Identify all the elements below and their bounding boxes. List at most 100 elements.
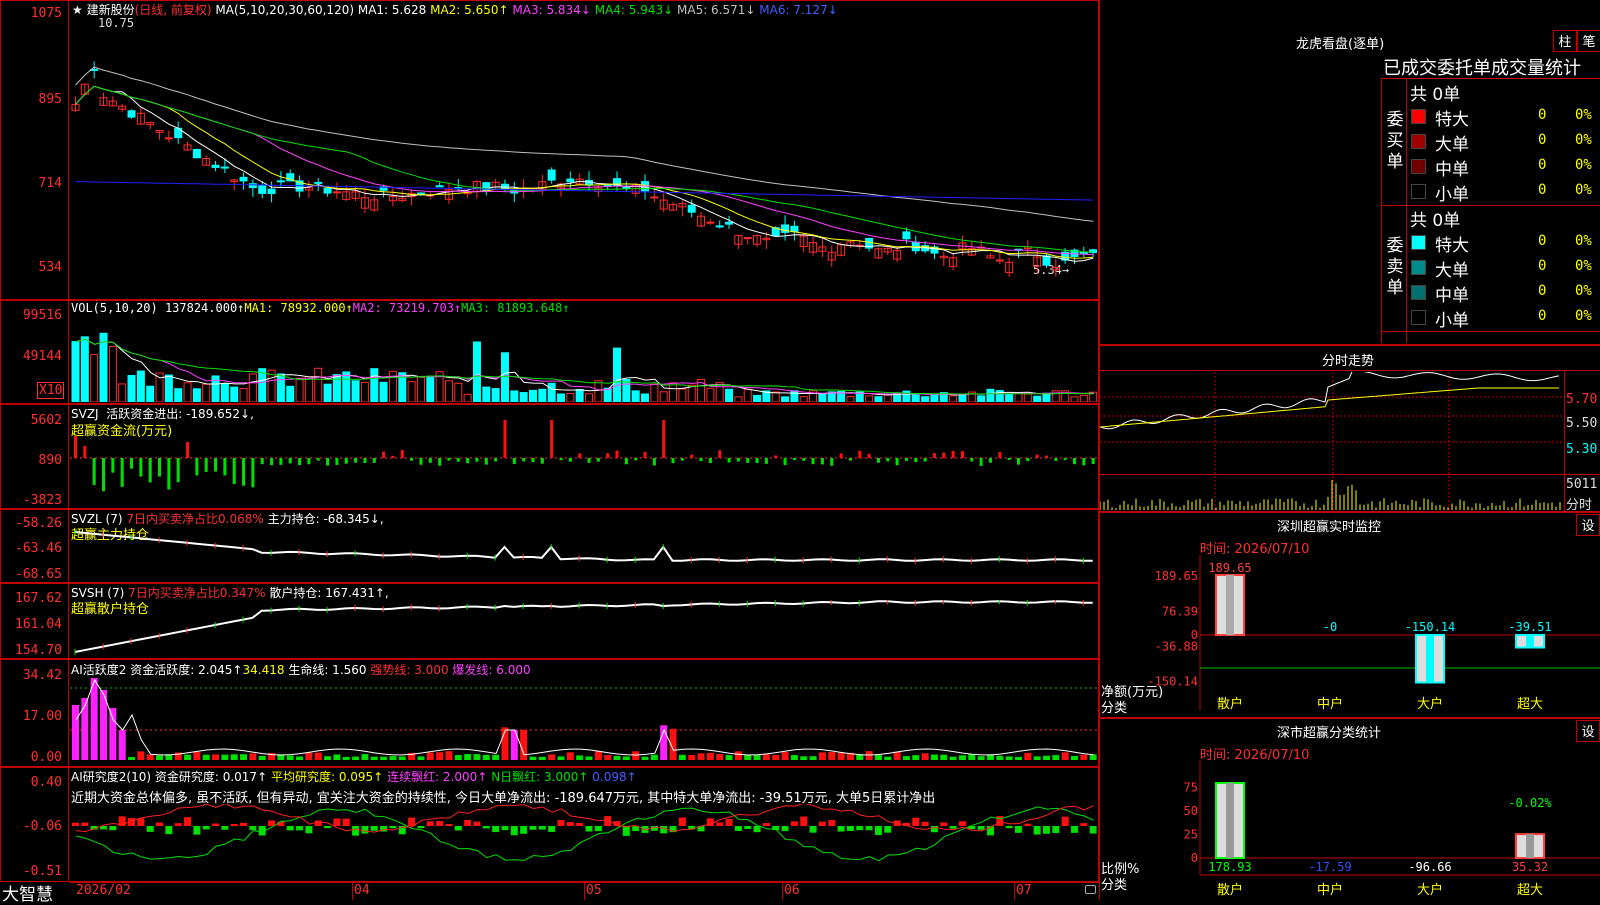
candle-body: [743, 237, 752, 240]
dist-settings-button[interactable]: 设: [1576, 720, 1600, 742]
x-tick-mark-3: [584, 882, 585, 900]
bar-mode-button[interactable]: 柱: [1553, 30, 1577, 52]
active-bar: [650, 754, 658, 760]
active-bar: [193, 752, 201, 760]
monitor-settings-button[interactable]: 设: [1576, 514, 1600, 536]
minute-chart[interactable]: [1100, 372, 1563, 510]
active-chart[interactable]: [70, 674, 1097, 765]
monitor-chart[interactable]: 189.6576.390-36.88-150.14189.65散户-0中户-15…: [1100, 555, 1600, 717]
svzj-bar: [512, 458, 516, 465]
volume-bar: [127, 374, 136, 402]
buy-orders-label: 委买单: [1386, 110, 1404, 172]
svzj-axis-divider: [68, 404, 69, 509]
research-bar: [146, 826, 154, 832]
vol-header: VOL(5,10,20) 137824.000↑MA1: 78932.000↑M…: [71, 301, 570, 315]
dist-chart[interactable]: 75 50 25 0 178.93 散户 -17.59 中户 -96.66 大户 35.32 超大 -0…: [1100, 760, 1600, 900]
tick-mode-button[interactable]: 笔: [1577, 30, 1600, 52]
svzj-bar: [970, 458, 974, 462]
svzj-bar: [746, 458, 750, 463]
volume-bar: [379, 381, 388, 402]
longhu-tabs[interactable]: 已成交委托单成交量统计: [1383, 54, 1581, 80]
svzj-bar: [400, 450, 404, 458]
svzj-ytick-1: 5602: [30, 413, 62, 428]
research-bar: [1070, 826, 1078, 833]
research-bar: [174, 823, 182, 826]
monitor-value-label: -39.51: [1508, 620, 1551, 634]
active-bar: [398, 756, 406, 760]
active-bar: [1014, 756, 1022, 760]
active-bar: [361, 754, 369, 760]
volume-bar: [528, 389, 537, 402]
active-bar: [90, 678, 98, 760]
candle-body: [332, 191, 341, 194]
volume-bar: [538, 388, 547, 402]
sell-row-name: 中单: [1435, 286, 1469, 306]
active-ytick-2: 17.00: [22, 709, 62, 724]
active-bar: [314, 752, 322, 760]
svzj-bar: [326, 458, 330, 466]
active-bar: [1080, 754, 1088, 760]
volume-bar: [613, 347, 622, 402]
research-bar: [221, 826, 229, 830]
volume-bar: [650, 383, 659, 402]
svzj-bar: [466, 458, 470, 464]
volume-bar: [575, 388, 584, 402]
volume-bar: [846, 396, 855, 402]
vol-chart[interactable]: [70, 316, 1097, 402]
svzl-chart[interactable]: [70, 530, 1097, 581]
buy-row-count: 0: [1538, 132, 1547, 148]
research-bar: [921, 821, 929, 826]
stock-title[interactable]: ★ 建新股份: [72, 3, 135, 17]
monitor-title: 深圳超赢实时监控: [1277, 520, 1382, 535]
active-bar: [1024, 752, 1032, 760]
ma6-value: MA6: 7.127↓: [759, 3, 838, 17]
svzj-bar: [354, 458, 358, 463]
sell-row-pct: 0%: [1575, 283, 1592, 299]
svzj-bar: [1007, 458, 1011, 461]
candle-body: [267, 188, 276, 195]
lock-icon[interactable]: [1085, 885, 1096, 894]
research-bar: [1024, 823, 1032, 826]
longhu-title: 龙虎看盘(逐单): [1296, 37, 1385, 52]
candle-body: [566, 178, 575, 183]
dist-ytick: 25: [1184, 828, 1198, 842]
research-bar: [324, 826, 332, 829]
active-bar: [641, 756, 649, 760]
active-bar: [1005, 756, 1013, 760]
research-bar: [361, 826, 369, 834]
candle-body: [435, 185, 444, 188]
svzj-bar: [830, 458, 834, 466]
dist-cat-label: 超大: [1517, 883, 1543, 898]
volume-bar: [370, 368, 379, 402]
minute-ytick-1: 5.70: [1566, 392, 1598, 407]
active-bar: [594, 751, 602, 760]
volume-bar: [603, 387, 612, 402]
volume-bar: [183, 382, 192, 402]
svsh-chart[interactable]: [70, 600, 1097, 657]
sell-row-name: 小单: [1435, 311, 1469, 331]
buy-row-swatch: [1411, 184, 1426, 199]
kline-chart[interactable]: [70, 20, 1097, 298]
vol-ma3: MA3: 81893.648↑: [461, 301, 570, 315]
research-bar: [249, 826, 257, 831]
svzj-chart[interactable]: [70, 418, 1097, 507]
kline-ytick-2: 895: [38, 92, 62, 107]
adjust-mode[interactable]: (日线, 前复权): [135, 3, 212, 17]
svzj-bar: [550, 420, 554, 458]
research-bar: [333, 818, 341, 826]
svzj-bar: [139, 458, 143, 477]
volume-bar: [454, 382, 463, 402]
svzj-bar: [923, 458, 927, 462]
research-chart[interactable]: [70, 804, 1097, 880]
monitor-cat-label: 中户: [1317, 696, 1343, 712]
active-bar: [202, 754, 210, 760]
monitor-cat-label: 大户: [1417, 696, 1443, 712]
kline-ytick-3: 714: [38, 176, 62, 191]
longhu-vsep-2: [1406, 78, 1407, 343]
active-bar: [81, 698, 89, 760]
active-bar: [230, 754, 238, 760]
research-v4: N日飘红: 3.000↑: [491, 770, 589, 784]
volume-bar: [491, 388, 500, 402]
candle-body: [725, 221, 734, 225]
svzj-bar: [951, 450, 955, 458]
